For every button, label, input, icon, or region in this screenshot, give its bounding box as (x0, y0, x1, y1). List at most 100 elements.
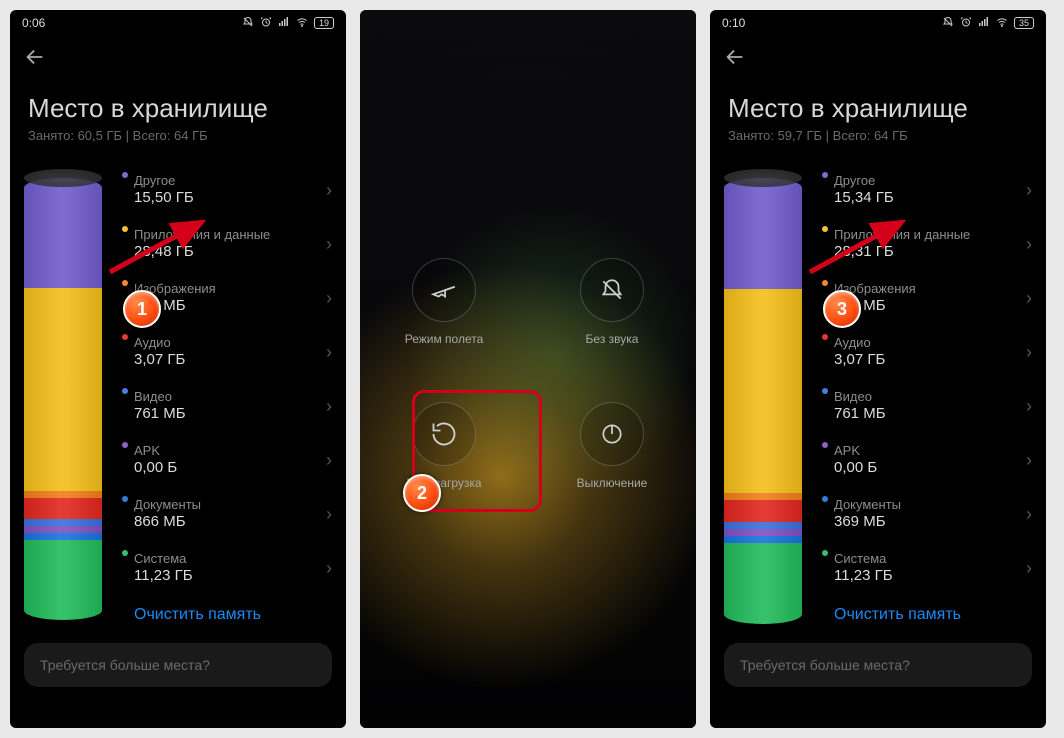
category-value: 638 МБ (834, 296, 1026, 316)
chevron-right-icon: › (326, 288, 336, 309)
category-color-dot (822, 280, 828, 286)
category-value: 369 МБ (834, 512, 1026, 532)
cylinder-segment (24, 491, 102, 498)
category-color-dot (122, 550, 128, 556)
storage-category-row[interactable]: Система11,23 ГБ› (124, 541, 336, 595)
chevron-right-icon: › (326, 180, 336, 201)
category-color-dot (122, 388, 128, 394)
chevron-right-icon: › (1026, 288, 1036, 309)
storage-category-row[interactable]: APK0,00 Б› (824, 433, 1036, 487)
need-more-space-card[interactable]: Требуется больше места? (24, 643, 332, 687)
category-value: 0,00 Б (834, 458, 1026, 478)
category-value: 15,50 ГБ (134, 188, 326, 208)
category-label: Видео (134, 389, 326, 404)
chevron-right-icon: › (1026, 180, 1036, 201)
signal-icon (978, 16, 990, 31)
storage-category-row[interactable]: Аудио3,07 ГБ› (824, 325, 1036, 379)
back-button[interactable] (10, 36, 346, 73)
storage-category-row[interactable]: Система11,23 ГБ› (824, 541, 1036, 595)
need-more-space-card[interactable]: Требуется больше места? (724, 643, 1032, 687)
clock: 0:06 (22, 16, 45, 30)
wifi-icon (996, 16, 1008, 31)
category-label: Аудио (134, 335, 326, 350)
page-title: Место в хранилище (10, 73, 346, 128)
category-label: Аудио (834, 335, 1026, 350)
category-value: 15,34 ГБ (834, 188, 1026, 208)
cylinder-segment (724, 289, 802, 493)
dnd-icon (942, 16, 954, 31)
category-color-dot (822, 172, 828, 178)
category-label: Другое (834, 173, 1026, 188)
category-label: Видео (834, 389, 1026, 404)
storage-summary: Занято: 59,7 ГБ | Всего: 64 ГБ (710, 128, 1046, 157)
category-color-dot (122, 172, 128, 178)
chevron-right-icon: › (1026, 558, 1036, 579)
chevron-right-icon: › (1026, 396, 1036, 417)
silent-mode-button[interactable]: Без звука (580, 258, 644, 346)
cylinder-segment (724, 522, 802, 529)
chevron-right-icon: › (326, 504, 336, 525)
category-value: 761 МБ (834, 404, 1026, 424)
category-color-dot (122, 334, 128, 340)
category-label: Документы (834, 497, 1026, 512)
category-value: 11,23 ГБ (834, 566, 1026, 586)
storage-cylinder-chart (24, 169, 102, 625)
silent-label: Без звука (586, 332, 639, 346)
airplane-mode-button[interactable]: Режим полета (405, 258, 484, 346)
category-label: APK (834, 443, 1026, 458)
cylinder-segment (24, 533, 102, 540)
cylinder-segment (24, 519, 102, 526)
signal-icon (278, 16, 290, 31)
storage-category-row[interactable]: Документы369 МБ› (824, 487, 1036, 541)
category-value: 637 МБ (134, 296, 326, 316)
category-color-dot (122, 496, 128, 502)
storage-category-row[interactable]: Аудио3,07 ГБ› (124, 325, 336, 379)
wifi-icon (296, 16, 308, 31)
cylinder-segment (724, 529, 802, 536)
chevron-right-icon: › (1026, 504, 1036, 525)
cleanup-memory-link[interactable]: Очистить память (824, 595, 1036, 625)
cylinder-segment (24, 288, 102, 490)
power-off-button[interactable]: Выключение (577, 402, 648, 490)
cleanup-memory-link[interactable]: Очистить память (124, 595, 336, 625)
category-color-dot (122, 280, 128, 286)
battery-icon: 19 (314, 17, 334, 29)
chevron-right-icon: › (326, 342, 336, 363)
cylinder-segment (24, 178, 102, 288)
category-color-dot (822, 334, 828, 340)
storage-screen-before: 0:06 19 Место в хранилище (10, 10, 346, 728)
airplane-label: Режим полета (405, 332, 484, 346)
category-label: Изображения (134, 281, 326, 296)
cylinder-segment (24, 540, 102, 620)
status-bar: 0:10 35 (710, 10, 1046, 36)
status-bar: 0:06 19 (10, 10, 346, 36)
poweroff-label: Выключение (577, 476, 648, 490)
category-label: APK (134, 443, 326, 458)
step-badge-3: 3 (823, 290, 861, 328)
storage-category-row[interactable]: Документы866 МБ› (124, 487, 336, 541)
storage-category-row[interactable]: Видео761 МБ› (124, 379, 336, 433)
category-label: Система (134, 551, 326, 566)
category-label: Другое (134, 173, 326, 188)
storage-category-row[interactable]: APK0,00 Б› (124, 433, 336, 487)
chevron-right-icon: › (326, 450, 336, 471)
back-button[interactable] (710, 36, 1046, 73)
arrow-annotation-3 (804, 214, 914, 278)
storage-category-row[interactable]: Другое15,34 ГБ› (824, 163, 1036, 217)
chevron-right-icon: › (326, 396, 336, 417)
category-color-dot (822, 496, 828, 502)
step-badge-1: 1 (123, 290, 161, 328)
battery-icon: 35 (1014, 17, 1034, 29)
category-label: Система (834, 551, 1026, 566)
storage-cylinder-chart (724, 169, 802, 625)
storage-category-row[interactable]: Видео761 МБ› (824, 379, 1036, 433)
category-value: 761 МБ (134, 404, 326, 424)
category-value: 3,07 ГБ (834, 350, 1026, 370)
category-color-dot (822, 388, 828, 394)
cylinder-segment (724, 500, 802, 522)
category-color-dot (122, 442, 128, 448)
category-value: 0,00 Б (134, 458, 326, 478)
storage-category-row[interactable]: Другое15,50 ГБ› (124, 163, 336, 217)
storage-summary: Занято: 60,5 ГБ | Всего: 64 ГБ (10, 128, 346, 157)
chevron-right-icon: › (326, 234, 336, 255)
